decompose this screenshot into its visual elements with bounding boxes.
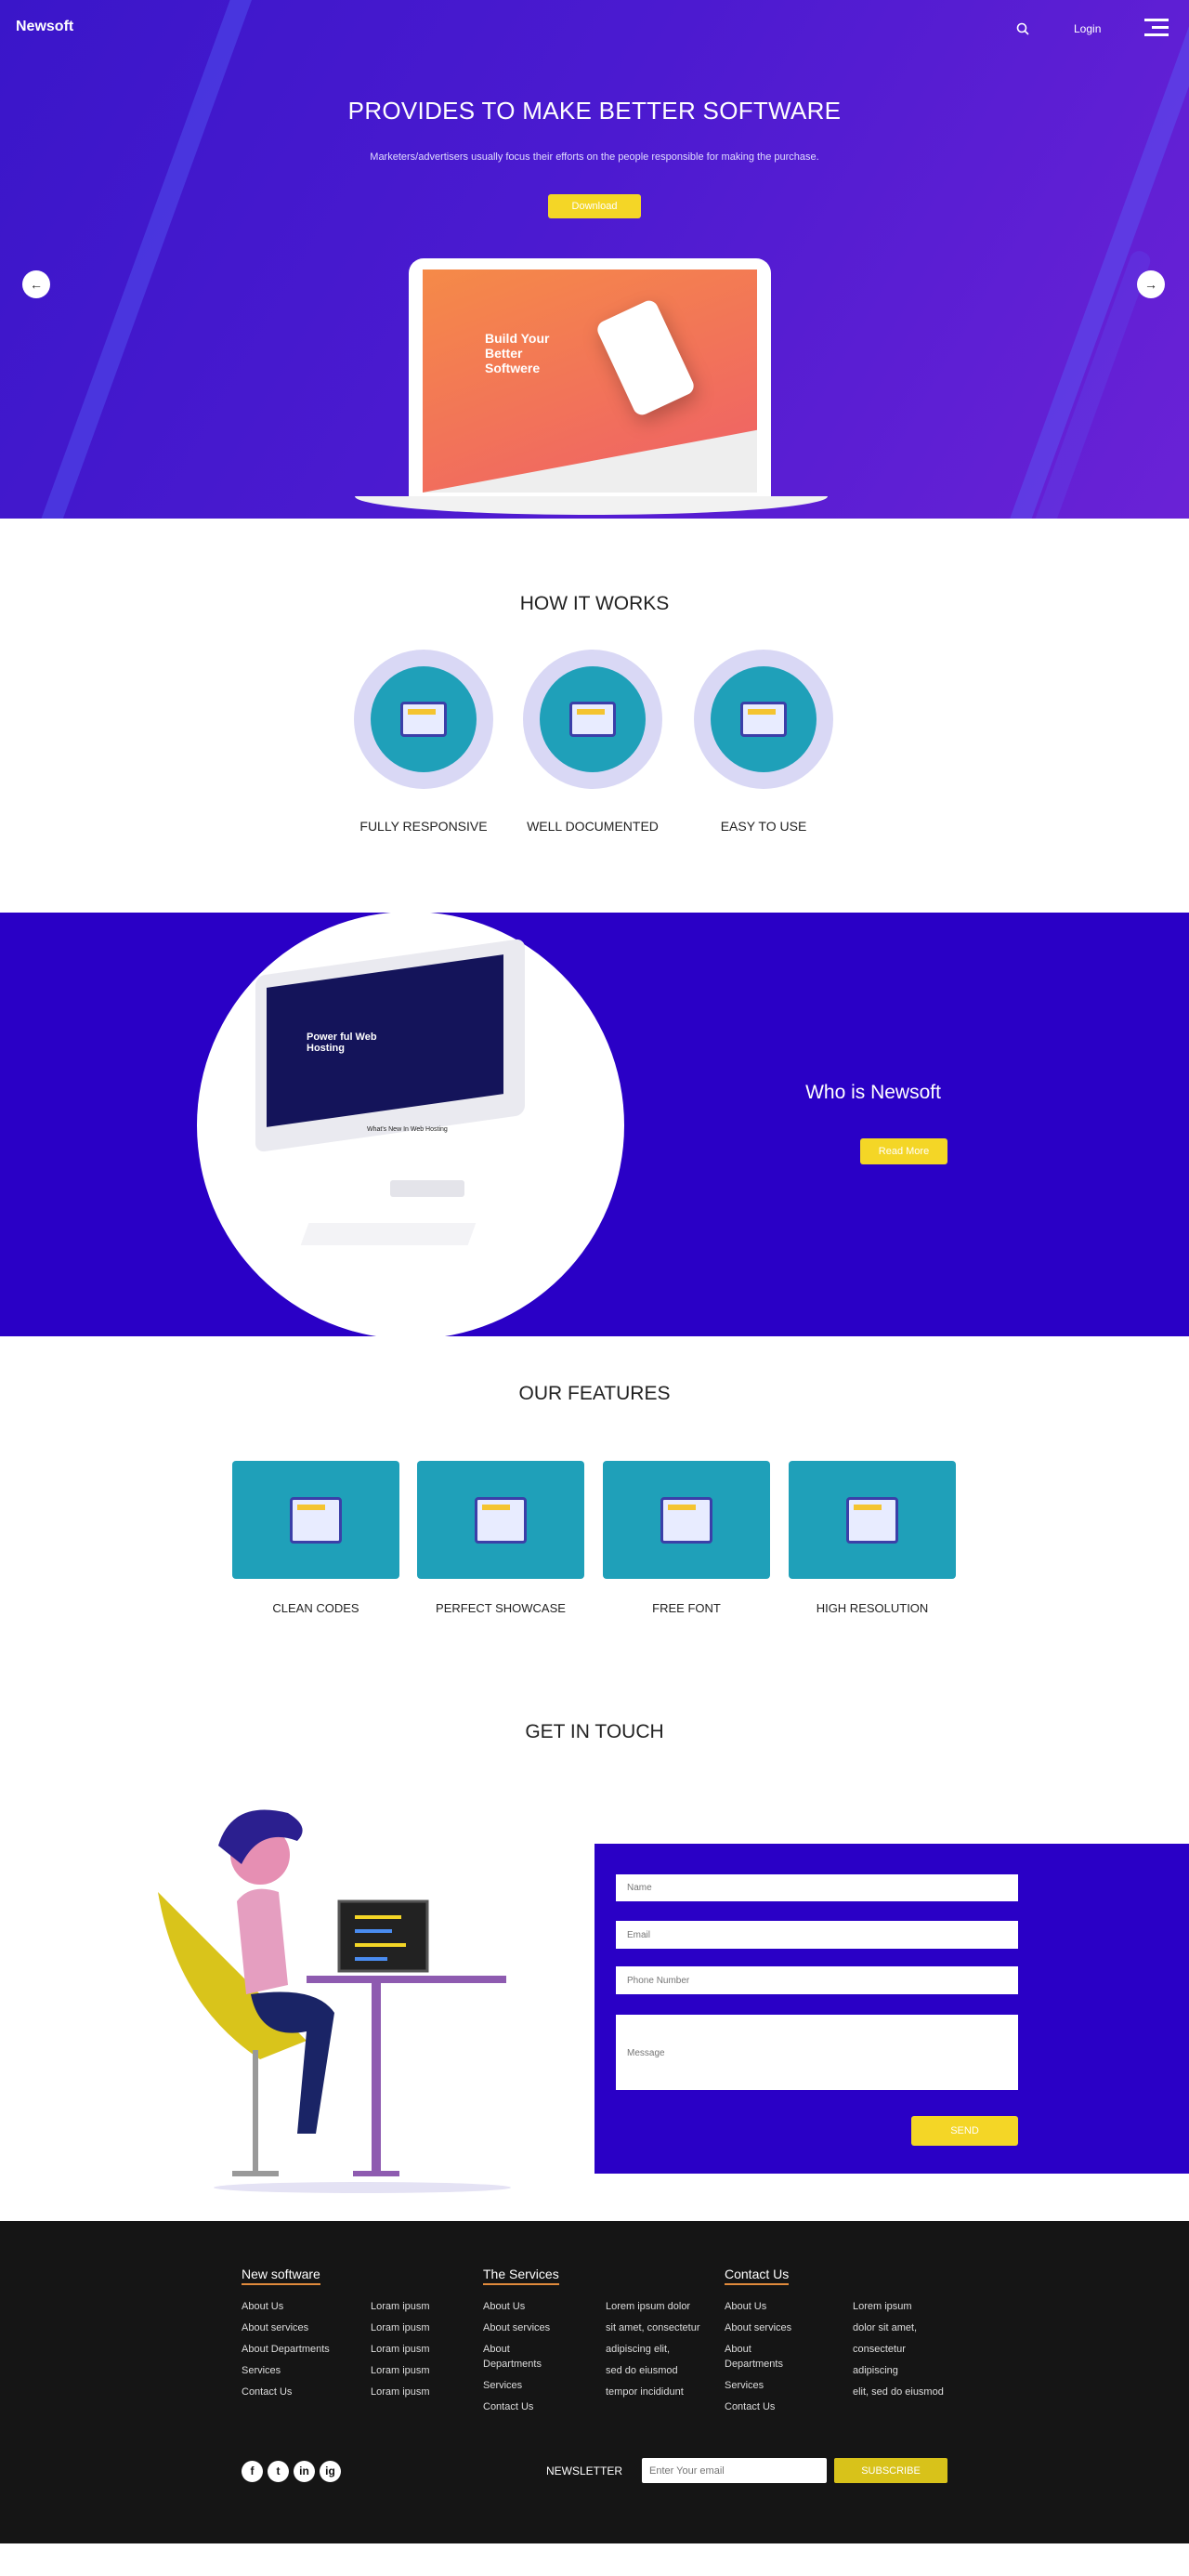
footer-link[interactable]: About Us (483, 2299, 557, 2314)
footer-link[interactable]: About Departments (725, 2342, 799, 2372)
footer-link[interactable]: About services (725, 2320, 799, 2335)
read-more-button[interactable]: Read More (860, 1138, 947, 1164)
instagram-icon[interactable]: ig (320, 2461, 341, 2482)
arrow-left-icon[interactable]: ← (22, 270, 50, 298)
footer-link[interactable]: About Us (242, 2299, 353, 2314)
high-resolution-icon (789, 1461, 956, 1579)
footer-column: About Us About services About Departments S… (725, 2299, 799, 2421)
twitter-icon[interactable]: t (268, 2461, 289, 2482)
login-link[interactable]: Login (1074, 22, 1101, 35)
footer-link[interactable]: About Departments (483, 2342, 557, 2372)
easy-icon (694, 650, 833, 789)
contact-title: GET IN TOUCH (525, 1721, 664, 1742)
feature-label: HIGH RESOLUTION (816, 1601, 929, 1615)
monitor-headline: Power ful Web Hosting (307, 1032, 377, 1054)
footer-link[interactable]: Contact Us (242, 2385, 353, 2399)
phone-input[interactable] (616, 1966, 1018, 1994)
footer-link[interactable]: consectetur (853, 2342, 950, 2357)
footer (0, 2221, 1189, 2543)
newsletter-label: NEWSLETTER (546, 2464, 623, 2477)
footer-link[interactable]: sit amet, consectetur (606, 2320, 703, 2335)
footer-link[interactable]: Loram ipusm (371, 2385, 468, 2399)
logo[interactable]: Newsoft (16, 19, 73, 35)
footer-link[interactable]: Loram ipusm (371, 2299, 468, 2314)
footer-link[interactable]: Loram ipusm (371, 2320, 468, 2335)
footer-link[interactable]: About services (242, 2320, 353, 2335)
footer-heading: New software (242, 2267, 320, 2285)
footer-link[interactable]: tempor incididunt (606, 2385, 703, 2399)
footer-link[interactable]: Lorem ipsum (853, 2299, 950, 2314)
footer-link[interactable]: Contact Us (725, 2399, 799, 2414)
footer-link[interactable]: About services (483, 2320, 557, 2335)
how-label: EASY TO USE (720, 819, 807, 834)
mockup-headline: Build Your Better Softwere (485, 331, 550, 375)
footer-link[interactable]: Services (242, 2363, 353, 2378)
developer-illustration (158, 1809, 511, 2193)
arrow-right-icon[interactable]: → (1137, 270, 1165, 298)
name-input[interactable] (616, 1874, 1018, 1901)
send-button[interactable]: SEND (911, 2116, 1018, 2146)
monitor-stand (390, 1180, 464, 1197)
footer-column: Lorem ipsum dolor sit amet, consectetur adi… (853, 2299, 950, 2406)
message-input[interactable] (616, 2015, 1018, 2090)
about-title: Who is Newsoft (805, 1082, 941, 1103)
features-title: OUR FEATURES (518, 1383, 671, 1404)
footer-link[interactable]: About Departments (242, 2342, 353, 2357)
documented-icon (523, 650, 662, 789)
footer-link[interactable]: elit, sed do eiusmod (853, 2385, 950, 2399)
hero-title: PROVIDES TO MAKE BETTER SOFTWARE (347, 97, 842, 125)
footer-link[interactable]: Contact Us (483, 2399, 557, 2414)
footer-link[interactable]: Loram ipusm (371, 2342, 468, 2357)
footer-link[interactable]: adipiscing (853, 2363, 950, 2378)
hamburger-icon[interactable] (1144, 19, 1169, 41)
footer-column: Loram ipusm Loram ipusm Loram ipusm Loram i… (371, 2299, 468, 2406)
download-button[interactable]: Download (548, 194, 641, 218)
footer-column: About Us About services About Departments S… (242, 2299, 353, 2406)
footer-link[interactable]: Services (483, 2378, 557, 2393)
footer-heading: Contact Us (725, 2267, 790, 2285)
footer-link[interactable]: dolor sit amet, (853, 2320, 950, 2335)
showcase-icon (417, 1461, 584, 1579)
monitor-caption: What's New In Web Hosting (367, 1126, 448, 1133)
newsletter-email-input[interactable] (642, 2458, 827, 2483)
keyboard (300, 1223, 477, 1245)
linkedin-icon[interactable]: in (294, 2461, 315, 2482)
facebook-icon[interactable]: f (242, 2461, 263, 2482)
footer-link[interactable]: Loram ipusm (371, 2363, 468, 2378)
social-links: f t in ig (242, 2461, 341, 2482)
footer-column: About Us About services About Departments S… (483, 2299, 557, 2421)
footer-link[interactable]: Services (725, 2378, 799, 2393)
free-font-icon (603, 1461, 770, 1579)
how-it-works-title: HOW IT WORKS (519, 593, 670, 614)
search-icon[interactable] (1016, 22, 1029, 35)
footer-column: Lorem ipsum dolor sit amet, consectetur ad… (606, 2299, 703, 2406)
footer-link[interactable]: About Us (725, 2299, 799, 2314)
footer-heading: The Services (483, 2267, 559, 2285)
subscribe-button[interactable]: SUBSCRIBE (834, 2458, 947, 2483)
email-input[interactable] (616, 1921, 1018, 1949)
footer-link[interactable]: Lorem ipsum dolor (606, 2299, 703, 2314)
responsive-icon (354, 650, 493, 789)
hero-subtitle: Marketers/advertisers usually focus thei… (370, 151, 819, 163)
footer-link[interactable]: sed do eiusmod (606, 2363, 703, 2378)
clean-codes-icon (232, 1461, 399, 1579)
footer-link[interactable]: adipiscing elit, (606, 2342, 703, 2357)
